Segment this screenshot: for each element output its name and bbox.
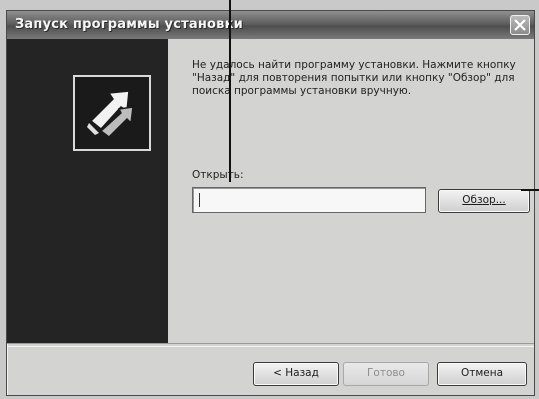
title-bar[interactable]: Запуск программы установки xyxy=(7,11,534,39)
callout-line-input xyxy=(229,0,231,182)
open-label: Открыть: xyxy=(192,169,244,181)
text-caret xyxy=(199,193,200,207)
browse-button-label: Обзор... xyxy=(462,194,506,206)
close-icon xyxy=(514,19,526,31)
dialog-content: Не удалось найти программу установки. На… xyxy=(168,39,534,343)
back-button[interactable]: < Назад xyxy=(253,362,339,386)
browse-button[interactable]: Обзор... xyxy=(438,189,530,213)
setup-arrows-icon xyxy=(87,90,134,138)
footer-separator xyxy=(7,343,534,347)
setup-dialog: Запуск программы установки Не удалось на… xyxy=(6,10,535,396)
finish-button: Готово xyxy=(343,362,429,386)
error-message: Не удалось найти программу установки. На… xyxy=(192,59,516,97)
cancel-button[interactable]: Отмена xyxy=(437,362,527,386)
window-title: Запуск программы установки xyxy=(15,17,243,32)
callout-line-browse xyxy=(521,189,539,191)
open-path-input[interactable] xyxy=(192,187,426,213)
setup-logo xyxy=(73,75,151,151)
wizard-side-panel xyxy=(7,39,168,343)
close-button[interactable] xyxy=(510,15,530,35)
